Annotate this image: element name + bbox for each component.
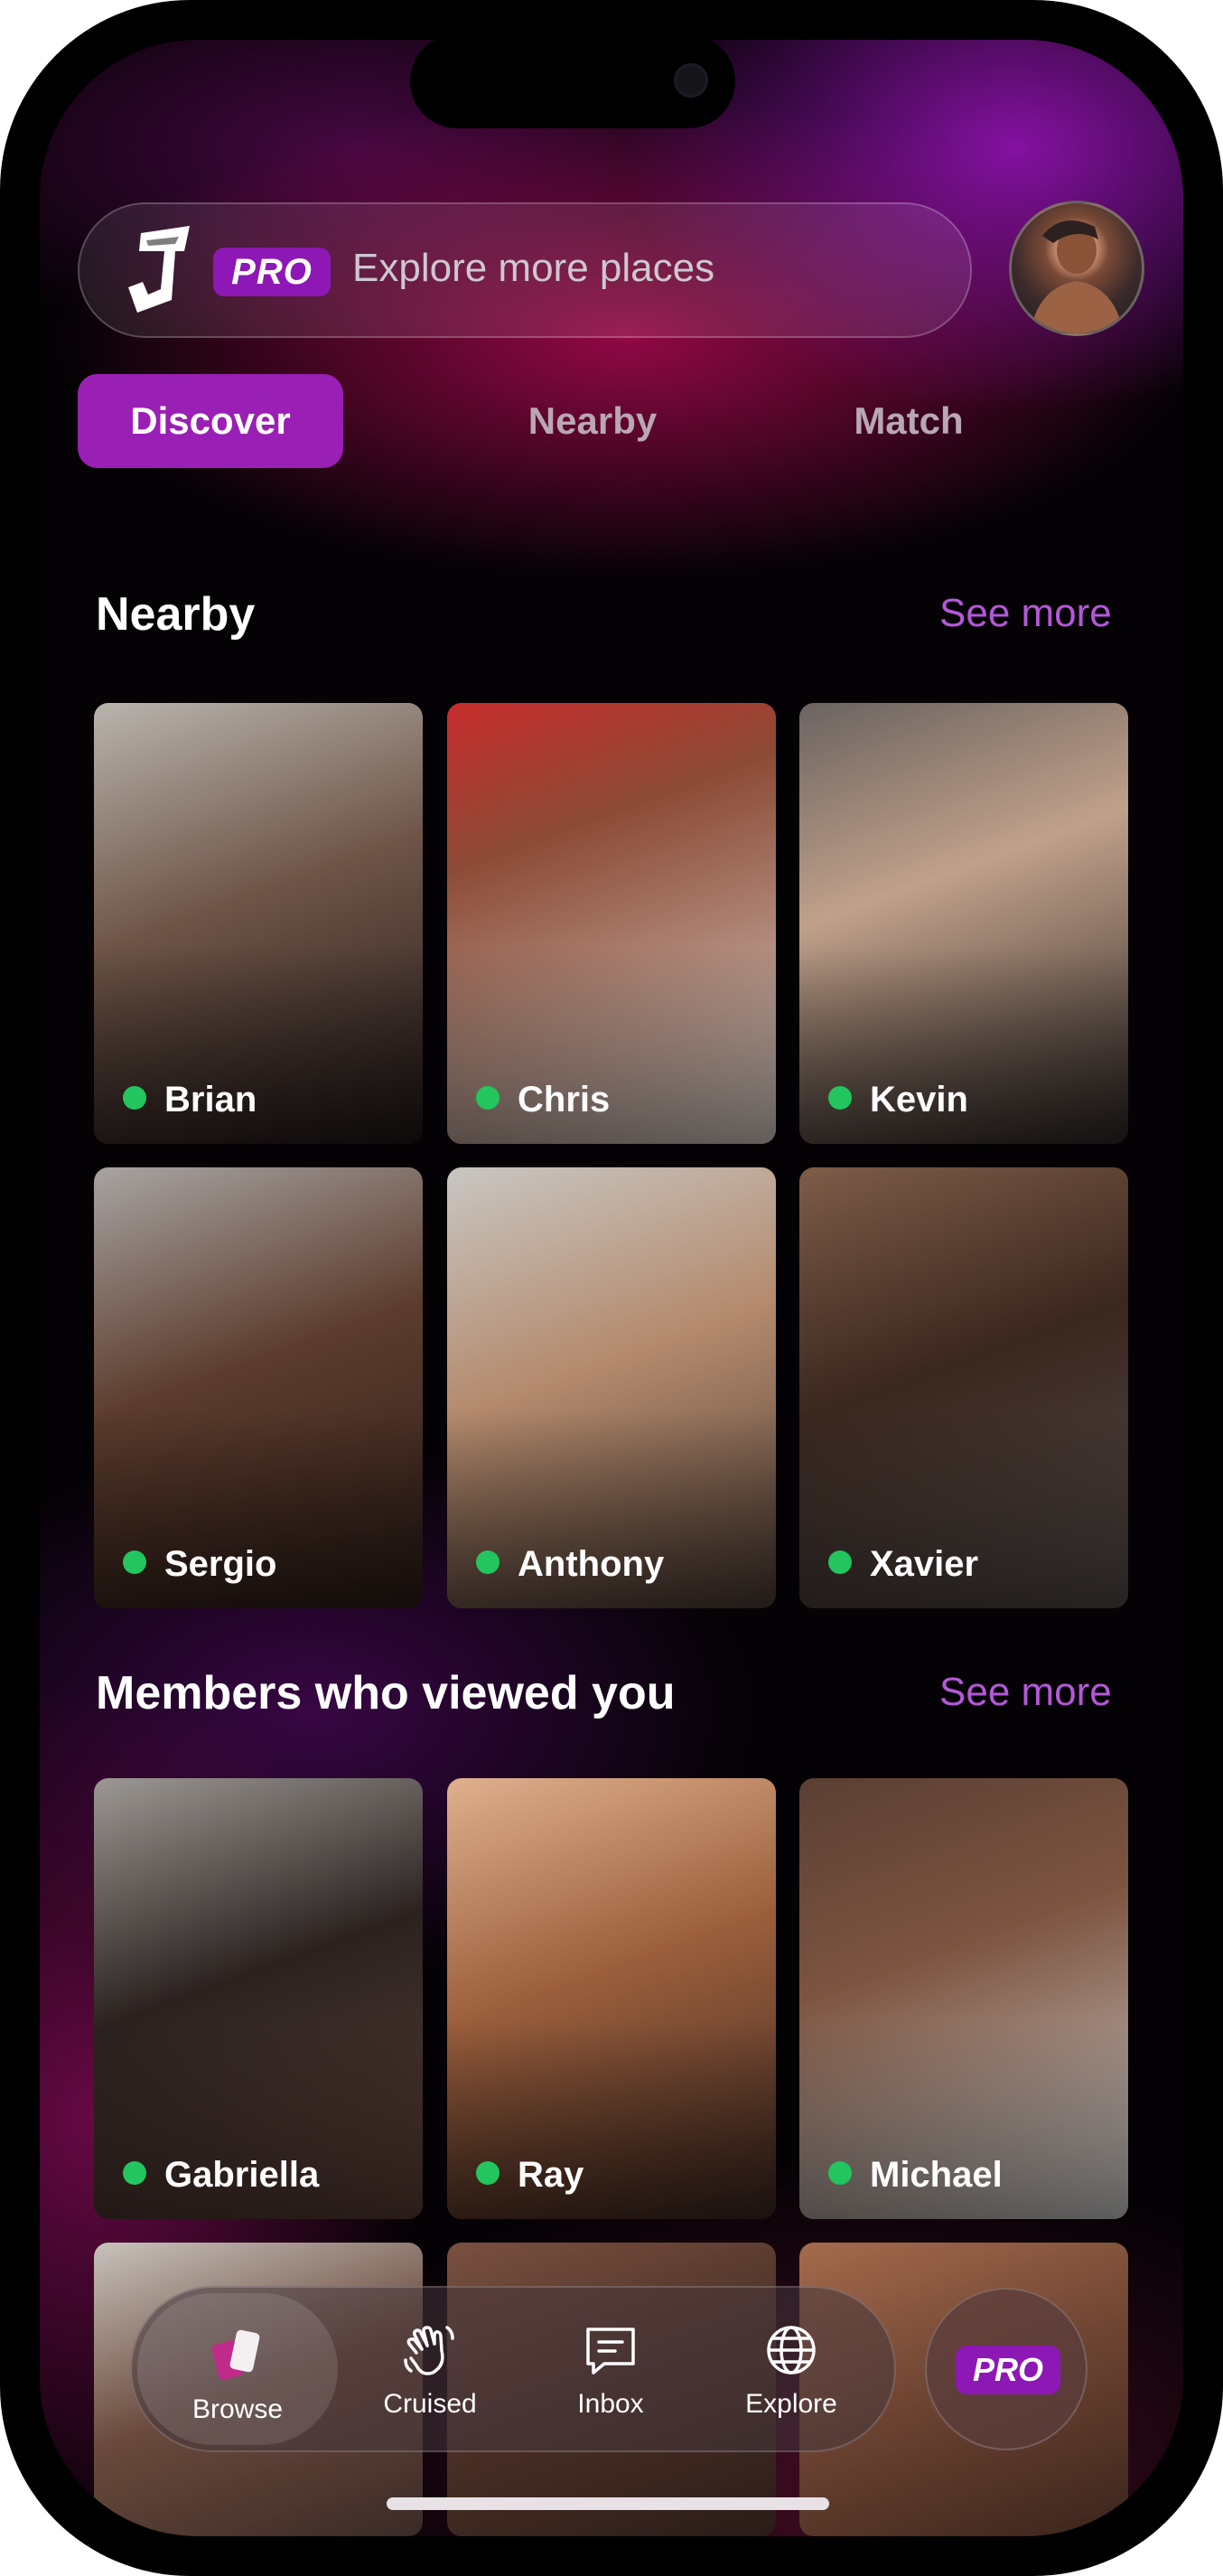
online-indicator	[476, 1550, 499, 1574]
section-title-viewed: Members who viewed you	[96, 1667, 676, 1719]
nav-browse[interactable]: Browse	[137, 2293, 338, 2445]
member-card-ray[interactable]: Ray	[447, 1778, 776, 2219]
member-name: Michael	[870, 2155, 1003, 2195]
member-card-michael[interactable]: Michael	[799, 1778, 1128, 2219]
bottom-nav: Browse Cruised Inbox Explore	[130, 2286, 896, 2452]
nearby-see-more-link[interactable]: See more	[939, 591, 1112, 636]
nav-label: Cruised	[383, 2389, 477, 2419]
member-name: Sergio	[164, 1544, 277, 1584]
tab-nearby[interactable]: Nearby	[502, 374, 683, 468]
browse-icon	[211, 2329, 260, 2380]
app-screen: PRO Explore more places Discover Nearby …	[40, 40, 1183, 2536]
avatar-image	[1030, 220, 1124, 333]
member-name: Ray	[518, 2155, 584, 2195]
tab-discover[interactable]: Discover	[78, 374, 343, 468]
online-indicator	[476, 2161, 499, 2185]
nav-explore[interactable]: Explore	[701, 2288, 882, 2450]
online-indicator	[123, 1086, 146, 1110]
nav-inbox[interactable]: Inbox	[520, 2288, 701, 2450]
member-card-sergio[interactable]: Sergio	[94, 1167, 423, 1608]
nav-cruised[interactable]: Cruised	[340, 2288, 520, 2450]
member-card-brian[interactable]: Brian	[94, 703, 423, 1144]
member-card-kevin[interactable]: Kevin	[799, 703, 1128, 1144]
online-indicator	[476, 1086, 499, 1110]
member-name: Gabriella	[164, 2155, 320, 2195]
online-indicator	[828, 1086, 852, 1110]
camera-icon	[674, 63, 708, 98]
dynamic-island	[410, 34, 735, 128]
online-indicator	[828, 1550, 852, 1574]
member-name: Kevin	[870, 1080, 968, 1119]
home-indicator[interactable]	[387, 2497, 829, 2510]
viewed-see-more-link[interactable]: See more	[939, 1670, 1112, 1715]
pro-upgrade-button[interactable]: PRO	[925, 2288, 1088, 2450]
tab-match[interactable]: Match	[818, 374, 999, 468]
member-card-xavier[interactable]: Xavier	[799, 1167, 1128, 1608]
pro-badge: PRO	[213, 248, 331, 296]
member-name: Xavier	[870, 1544, 979, 1584]
pro-badge: PRO	[956, 2346, 1060, 2394]
hand-wave-icon	[404, 2326, 454, 2375]
member-name: Anthony	[518, 1544, 665, 1584]
member-card-chris[interactable]: Chris	[447, 703, 776, 1144]
chat-icon	[586, 2328, 635, 2375]
member-name: Chris	[518, 1080, 611, 1119]
member-card-gabriella[interactable]: Gabriella	[94, 1778, 423, 2219]
explore-search-bar[interactable]: PRO Explore more places	[78, 202, 972, 338]
section-title-nearby: Nearby	[96, 588, 256, 641]
member-name: Brian	[164, 1080, 257, 1119]
member-card-anthony[interactable]: Anthony	[447, 1167, 776, 1608]
profile-avatar[interactable]	[1009, 201, 1144, 336]
app-logo-icon	[128, 226, 190, 313]
nav-label: Explore	[745, 2389, 837, 2419]
phone-frame: PRO Explore more places Discover Nearby …	[0, 0, 1223, 2576]
search-placeholder: Explore more places	[352, 246, 715, 290]
nav-label: Browse	[191, 2394, 284, 2424]
online-indicator	[123, 1550, 146, 1574]
online-indicator	[123, 2161, 146, 2185]
nav-label: Inbox	[577, 2389, 644, 2419]
globe-icon	[767, 2326, 816, 2375]
online-indicator	[828, 2161, 852, 2185]
